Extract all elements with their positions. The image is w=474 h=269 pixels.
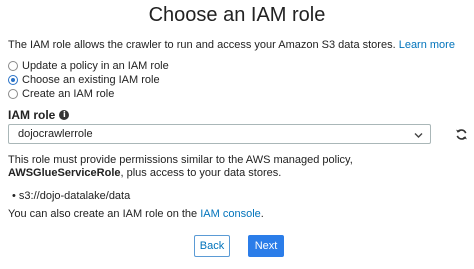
learn-more-link[interactable]: Learn more [399,39,455,51]
alt-prefix: You can also create an IAM role on the [8,208,198,220]
radio-option-create-role[interactable]: Create an IAM role [8,87,169,101]
data-store-path: s3://dojo-datalake/data [18,190,131,202]
iam-role-field-label: IAM role i [8,108,70,122]
chevron-down-icon [414,130,423,142]
bullet-icon: • [12,190,19,202]
permissions-notice: This role must provide permissions simil… [8,154,466,180]
radio-icon[interactable] [8,61,18,71]
choose-iam-role-dialog: Choose an IAM role The IAM role allows t… [0,0,474,269]
radio-icon[interactable] [8,75,18,85]
radio-option-update-policy[interactable]: Update a policy in an IAM role [8,59,169,73]
radio-label-create-role: Create an IAM role [22,88,115,100]
intro-text: The IAM role allows the crawler to run a… [8,39,455,51]
radio-option-choose-existing[interactable]: Choose an existing IAM role [8,73,169,87]
radio-label-update-policy: Update a policy in an IAM role [22,60,169,72]
radio-icon[interactable] [8,89,18,99]
notice-prefix: This role must provide permissions simil… [8,154,353,166]
alt-suffix: . [260,208,264,220]
iam-role-selected-value: dojocrawlerrole [18,128,93,140]
data-store-list-item: • s3://dojo-datalake/data [12,190,130,202]
iam-role-label-text: IAM role [8,108,56,122]
refresh-icon[interactable] [455,128,468,146]
notice-suffix: , plus access to your data stores. [120,167,282,179]
iam-role-select[interactable]: dojocrawlerrole [8,124,431,144]
back-button[interactable]: Back [194,235,230,257]
iam-console-hint: You can also create an IAM role on the I… [8,208,264,220]
radio-label-choose-existing: Choose an existing IAM role [22,74,160,86]
iam-role-option-group: Update a policy in an IAM role Choose an… [8,59,169,101]
managed-policy-name: AWSGlueServiceRole [8,167,121,179]
iam-console-link[interactable]: IAM console [200,208,261,220]
next-button[interactable]: Next [248,235,284,257]
dialog-title: Choose an IAM role [148,4,326,26]
intro-description: The IAM role allows the crawler to run a… [8,39,396,51]
info-icon[interactable]: i [59,110,70,120]
